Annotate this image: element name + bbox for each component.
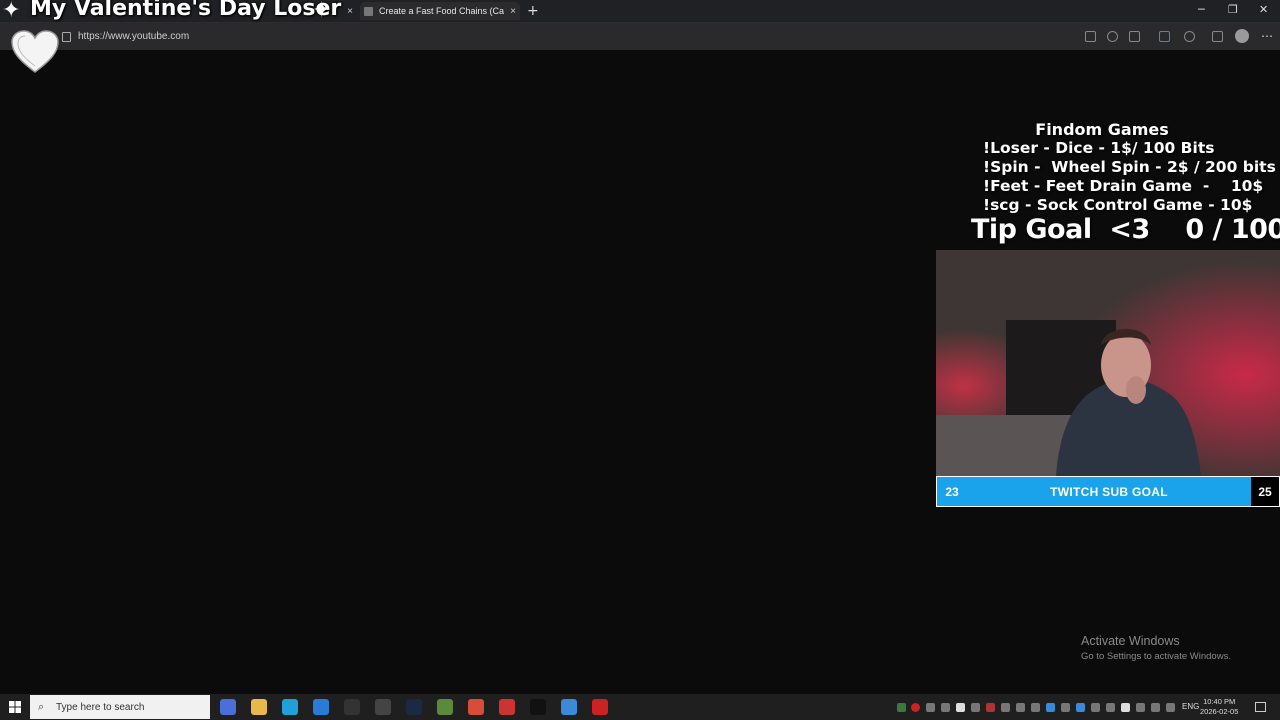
record-icon[interactable] (592, 699, 608, 715)
obs-icon[interactable] (499, 699, 515, 715)
settings-icon[interactable] (375, 699, 391, 715)
tray-icon[interactable] (1091, 703, 1100, 712)
app-2-icon[interactable] (561, 699, 577, 715)
tray-icon[interactable] (1076, 703, 1085, 712)
edge-icon[interactable] (282, 699, 298, 715)
activate-subtext: Go to Settings to activate Windows. (1081, 651, 1231, 662)
close-window-button[interactable]: ✕ (1259, 3, 1268, 16)
media-icon[interactable] (344, 699, 360, 715)
sub-goal-current: 23 (945, 484, 959, 499)
file-explorer-icon[interactable] (251, 699, 267, 715)
sub-goal-target: 25 (1251, 477, 1279, 506)
notification-icon[interactable] (1255, 702, 1266, 712)
taskbar-clock[interactable]: 10:40 PM 2026-02-05 (1200, 697, 1238, 717)
sparkle-icon: ✦ (2, 0, 21, 23)
chrome-icon[interactable] (220, 699, 236, 715)
battery-icon[interactable] (1121, 703, 1130, 712)
new-tab-button[interactable]: + (527, 3, 539, 19)
tray-icon[interactable] (956, 703, 965, 712)
windows-start-icon[interactable] (9, 701, 21, 713)
tray-icon[interactable] (1031, 703, 1040, 712)
tab-close-button[interactable]: × (510, 6, 516, 17)
tray-icon[interactable] (971, 703, 980, 712)
tray-icon[interactable] (1061, 703, 1070, 712)
maximize-button[interactable]: ❐ (1228, 3, 1238, 16)
sub-goal-label: TWITCH SUB GOAL (1050, 484, 1168, 499)
browser-menu-button[interactable]: ⋯ (1261, 29, 1273, 43)
extension-icon[interactable] (1159, 31, 1170, 42)
tip-goal: Tip Goal <3 0 / 100$ (971, 214, 1280, 245)
minimize-button[interactable]: ─ (1198, 3, 1205, 16)
extensions-puzzle-icon[interactable] (1212, 31, 1223, 42)
webcam-image (936, 250, 1280, 476)
tray-icon[interactable] (1001, 703, 1010, 712)
tray-icon[interactable] (941, 703, 950, 712)
tab-close-button[interactable]: × (347, 6, 353, 17)
tray-icon[interactable] (926, 703, 935, 712)
favorite-star-icon[interactable] (1129, 31, 1140, 42)
tray-icon[interactable] (897, 703, 906, 712)
taskbar-search[interactable]: ⌕ Type here to search (30, 695, 210, 719)
language-indicator[interactable]: ENG (1182, 702, 1199, 711)
refresh-extension-icon[interactable] (1184, 31, 1195, 42)
clock-time: 10:40 PM (1203, 697, 1236, 706)
chrome-2-icon[interactable] (468, 699, 484, 715)
steam-icon[interactable] (406, 699, 422, 715)
findom-line: !Spin - Wheel Spin - 2$ / 200 bits (983, 158, 1276, 176)
search-placeholder: Type here to search (56, 701, 145, 713)
tab-favicon-icon (364, 6, 373, 16)
app-icon[interactable] (313, 699, 329, 715)
tab-fast-food[interactable]: Create a Fast Food Chains (Canad × (360, 2, 520, 20)
webcam-feed (936, 250, 1280, 476)
reader-icon[interactable] (1085, 31, 1096, 42)
network-icon[interactable] (1136, 703, 1145, 712)
findom-line: !scg - Sock Control Game - 10$ (983, 196, 1253, 214)
tray-icon[interactable] (986, 703, 995, 712)
activate-windows-watermark: Activate Windows Go to Settings to activ… (1081, 634, 1231, 662)
tray-icon[interactable] (1016, 703, 1025, 712)
tray-icon[interactable] (1106, 703, 1115, 712)
search-icon: ⌕ (38, 700, 45, 713)
tray-icon[interactable] (1166, 703, 1175, 712)
findom-line: !Loser - Dice - 1$/ 100 Bits (983, 139, 1215, 157)
tray-record-icon[interactable] (911, 703, 920, 712)
zoom-icon[interactable] (1107, 31, 1118, 42)
sparkle-icon: ✦ (312, 0, 331, 23)
findom-line: !Feet - Feet Drain Game - 10$ (983, 177, 1264, 195)
tab-label: Create a Fast Food Chains (Canad (379, 6, 504, 16)
volume-icon[interactable] (1151, 703, 1160, 712)
findom-games-panel: Findom Games !Loser - Dice - 1$/ 100 Bit… (965, 120, 1276, 215)
activate-heading: Activate Windows (1081, 634, 1180, 648)
sub-goal-bar: 23 TWITCH SUB GOAL 25 (936, 476, 1280, 507)
tray-icon[interactable] (1046, 703, 1055, 712)
profile-avatar[interactable] (1235, 29, 1249, 43)
lock-icon[interactable] (62, 32, 71, 42)
minecraft-icon[interactable] (437, 699, 453, 715)
stream-overlay-title: My Valentine's Day Loser (30, 0, 342, 21)
capcut-icon[interactable] (530, 699, 546, 715)
heart-icon (11, 30, 59, 73)
url-field[interactable]: https://www.youtube.com (78, 31, 189, 42)
findom-title: Findom Games (1035, 120, 1169, 139)
clock-date: 2026-02-05 (1200, 707, 1239, 716)
